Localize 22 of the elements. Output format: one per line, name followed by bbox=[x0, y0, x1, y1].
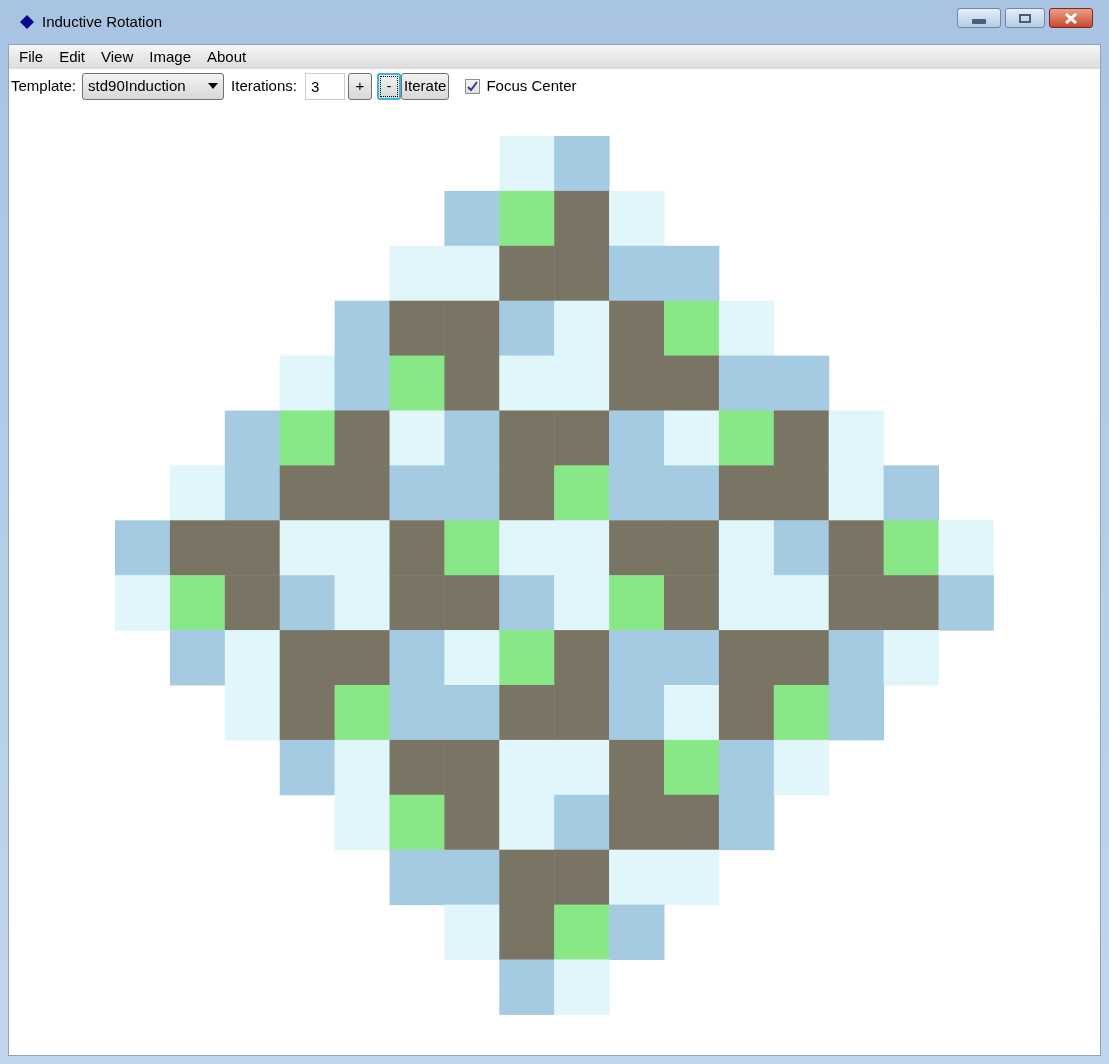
diamond-icon bbox=[20, 15, 34, 29]
template-label: Template: bbox=[11, 75, 77, 96]
focus-center-checkbox[interactable] bbox=[465, 78, 481, 94]
plus-button[interactable]: + bbox=[347, 72, 372, 100]
window-title: Inductive Rotation bbox=[42, 11, 163, 32]
check-icon bbox=[467, 80, 479, 92]
menu-item[interactable]: Edit bbox=[51, 45, 94, 69]
menu-item[interactable]: View bbox=[93, 45, 142, 69]
iterations-label: Iterations: bbox=[231, 75, 297, 96]
dropdown-caret-icon bbox=[208, 83, 219, 89]
menu-item[interactable]: About bbox=[199, 45, 255, 69]
iterations-field[interactable]: 3 bbox=[304, 72, 345, 100]
menu-item[interactable]: Image bbox=[141, 45, 199, 69]
maximize-button[interactable] bbox=[1005, 8, 1045, 28]
menu-item[interactable]: File bbox=[11, 45, 52, 69]
focus-center-label: Focus Center bbox=[486, 75, 577, 96]
iterate-button[interactable]: Iterate bbox=[400, 72, 450, 100]
template-dropdown[interactable]: std90Induction bbox=[82, 72, 225, 100]
close-button[interactable] bbox=[1049, 8, 1093, 28]
minus-button[interactable]: - bbox=[376, 72, 401, 100]
minimize-button[interactable] bbox=[957, 8, 1001, 28]
close-icon bbox=[1064, 12, 1078, 24]
